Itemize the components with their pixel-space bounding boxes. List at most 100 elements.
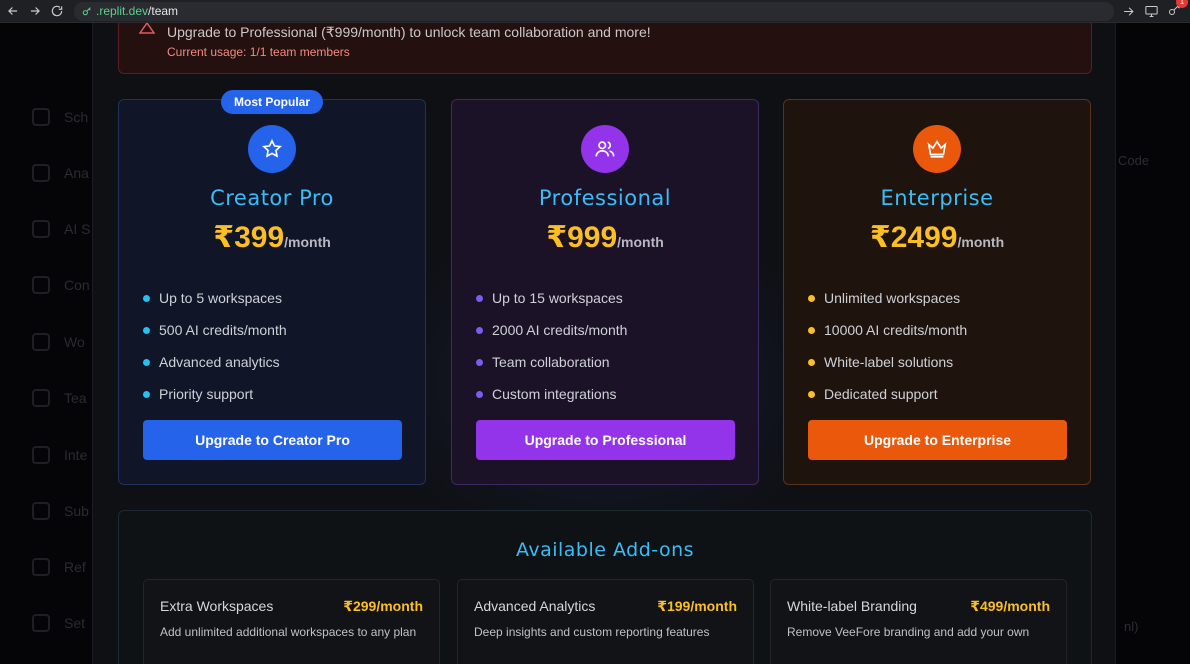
feature-text: Unlimited workspaces [824,290,961,306]
feature-text: 10000 AI credits/month [824,322,968,338]
upgrade-modal: Upgrade to Professional (₹999/month) to … [92,23,1116,664]
upgrade-professional-button[interactable]: Upgrade to Professional [476,420,735,460]
alert-usage: Current usage: 1/1 team members [167,45,350,59]
plan-price: ₹399/month [119,220,425,255]
bullet-dot [143,358,150,366]
plan-card-enterprise: Enterprise ₹2499/month Unlimited workspa… [783,99,1091,485]
monitor-icon[interactable] [1144,4,1159,19]
bg-item-icon [32,333,50,351]
bg-item-icon [32,276,50,294]
bg-item-icon [32,389,50,407]
feature-item: Up to 15 workspaces [476,282,627,314]
bullet-dot [476,390,483,398]
feature-text: Team collaboration [492,354,610,370]
feature-text: Advanced analytics [159,354,280,370]
addon-name: White-label Branding [787,598,917,614]
bg-sidebar-item: AI S [32,220,90,238]
feature-text: Priority support [159,386,254,402]
price-amount: ₹999 [546,221,618,254]
bullet-dot [476,358,483,366]
addon-name: Advanced Analytics [474,598,596,614]
addons-section: Available Add-ons Extra Workspaces ₹299/… [118,510,1092,664]
address-bar[interactable]: .replit.dev/team [74,1,1114,21]
browser-toolbar: .replit.dev/team 1 [0,0,1190,23]
forward-button[interactable] [26,2,44,20]
url-domain: .replit.dev [96,4,149,18]
feature-item: 10000 AI credits/month [808,314,967,346]
bg-item-icon [32,446,50,464]
feature-list: Unlimited workspaces 10000 AI credits/mo… [808,282,967,410]
bg-item-label: Wo [64,334,85,350]
arrow-left-icon [8,7,18,15]
users-icon [595,141,615,157]
addons-title: Available Add-ons [515,539,695,561]
bg-sidebar-item: Wo [32,333,85,351]
notification-badge: 1 [1176,0,1188,8]
reload-button[interactable] [48,2,66,20]
bg-item-icon [32,502,50,520]
feature-text: Dedicated support [824,386,938,402]
feature-list: Up to 5 workspaces 500 AI credits/month … [143,282,287,410]
bg-item-label: AI S [64,221,91,237]
price-period: /month [617,234,664,250]
back-button[interactable] [4,2,22,20]
bg-sidebar-item: Sub [32,502,89,520]
bg-sidebar-item: Inte [32,446,87,464]
addon-card[interactable]: Advanced Analytics ₹199/month Deep insig… [457,579,754,664]
price-period: /month [957,234,1005,250]
bullet-dot [808,294,815,302]
bullet-dot [143,390,150,398]
bg-item-label: Inte [64,447,88,463]
plan-icon-circle [581,125,629,173]
feature-item: Dedicated support [808,378,967,410]
bg-sidebar-item: Sch [32,108,88,126]
addon-description: Add unlimited additional workspaces to a… [160,625,417,639]
bg-sidebar-item: Con [32,276,90,294]
feature-text: Up to 5 workspaces [159,290,282,306]
feature-item: Custom integrations [476,378,627,410]
addon-card[interactable]: White-label Branding ₹499/month Remove V… [770,579,1067,664]
plan-icon-circle [913,125,961,173]
upgrade-enterprise-button[interactable]: Upgrade to Enterprise [808,420,1067,460]
bg-sidebar-item: Tea [32,389,87,407]
bg-item-icon [32,558,50,576]
bg-right-label: Code [1118,153,1150,168]
feature-item: 2000 AI credits/month [476,314,627,346]
addon-name: Extra Workspaces [160,598,274,614]
crown-icon [927,140,947,158]
bg-right-label: nl) [1124,619,1139,634]
bg-item-label: Ref [64,559,86,575]
alert-title: Upgrade to Professional (₹999/month) to … [167,24,651,40]
addon-price: ₹499/month [970,598,1050,614]
bg-item-icon [32,614,50,632]
price-amount: ₹2499 [869,221,958,254]
extension-button[interactable]: 1 [1167,0,1188,22]
feature-text: White-label solutions [824,354,954,370]
bullet-dot [143,294,150,302]
reload-icon [51,5,63,17]
site-info-icon [82,7,91,16]
bullet-dot [143,326,150,334]
feature-text: Up to 15 workspaces [492,290,623,306]
arrow-right-icon [30,7,40,15]
bg-item-icon [32,164,50,182]
price-amount: ₹399 [213,221,285,254]
feature-item: Up to 5 workspaces [143,282,287,314]
most-popular-badge: Most Popular [221,90,324,114]
go-arrow-icon[interactable] [1121,4,1136,19]
bg-item-label: Sub [64,503,89,519]
star-icon [262,138,282,158]
feature-list: Up to 15 workspaces 2000 AI credits/mont… [476,282,627,410]
addon-description: Remove VeeFore branding and add your own [787,625,1030,639]
addon-card[interactable]: Extra Workspaces ₹299/month Add unlimite… [143,579,440,664]
plan-name: Professional [538,186,672,210]
bullet-dot [808,326,815,334]
plan-card-creator-pro: Most Popular Creator Pro ₹399/month Up t… [118,90,426,485]
bg-sidebar-item: Ref [32,558,86,576]
upgrade-creator-pro-button[interactable]: Upgrade to Creator Pro [143,420,402,460]
bg-item-icon [32,108,50,126]
bg-sidebar-item: Set [32,614,85,632]
feature-text: Custom integrations [492,386,617,402]
plan-icon-circle [248,125,296,173]
bg-item-label: Set [64,615,86,631]
